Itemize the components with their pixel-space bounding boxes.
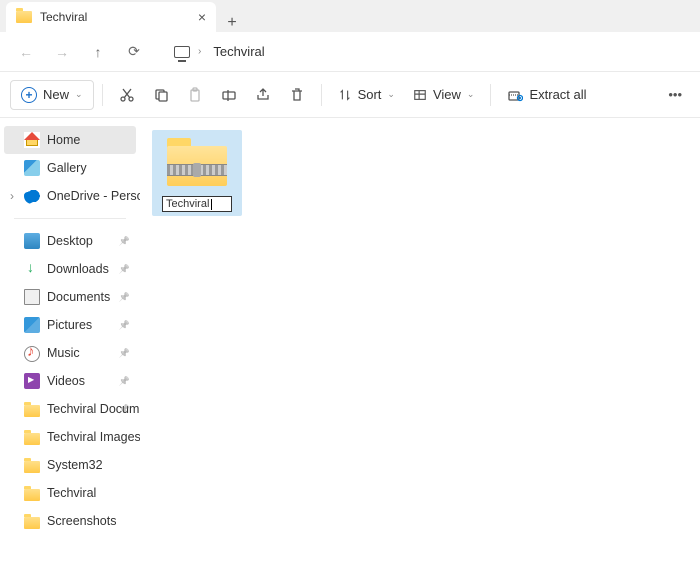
sidebar-item-techviral-images[interactable]: Techviral Images <box>4 423 136 451</box>
sidebar-item-label: Home <box>47 133 80 147</box>
breadcrumb-separator: › <box>198 46 201 57</box>
desktop-icon <box>24 233 40 249</box>
back-button[interactable]: ← <box>12 38 40 66</box>
delete-button[interactable] <box>281 80 313 110</box>
close-tab-icon[interactable]: × <box>198 9 206 25</box>
sidebar-item-label: Desktop <box>47 234 93 248</box>
sidebar-divider <box>14 218 126 219</box>
extract-icon <box>507 87 523 103</box>
new-tab-button[interactable]: + <box>216 14 248 32</box>
folder-icon <box>24 433 40 445</box>
sidebar-item-music[interactable]: Music <box>4 339 136 367</box>
browser-tab[interactable]: Techviral × <box>6 2 216 32</box>
sidebar-item-home[interactable]: Home <box>4 126 136 154</box>
paste-button[interactable] <box>179 80 211 110</box>
sidebar: Home Gallery OneDrive - Persona Desktop Dow… <box>0 118 140 570</box>
cut-button[interactable] <box>111 80 143 110</box>
folder-icon <box>24 461 40 473</box>
home-icon <box>24 132 40 148</box>
plus-icon: + <box>21 87 37 103</box>
onedrive-icon <box>24 188 40 204</box>
sidebar-item-system32[interactable]: System32 <box>4 451 136 479</box>
view-label: View <box>433 87 461 102</box>
sidebar-item-gallery[interactable]: Gallery <box>4 154 136 182</box>
sidebar-item-label: Gallery <box>47 161 87 175</box>
folder-icon <box>24 489 40 501</box>
rename-button[interactable] <box>213 80 245 110</box>
sort-label: Sort <box>358 87 382 102</box>
sort-button[interactable]: Sort ⌄ <box>330 80 403 110</box>
view-icon <box>413 88 427 102</box>
sidebar-item-label: Pictures <box>47 318 92 332</box>
sidebar-item-label: Techviral Docum <box>47 402 139 416</box>
more-button[interactable]: ••• <box>660 80 690 110</box>
sort-icon <box>338 88 352 102</box>
documents-icon <box>24 289 40 305</box>
extract-all-button[interactable]: Extract all <box>499 80 594 110</box>
sidebar-item-onedrive-persona[interactable]: OneDrive - Persona <box>4 182 136 210</box>
sidebar-item-label: Screenshots <box>47 514 116 528</box>
this-pc-icon[interactable] <box>174 46 190 58</box>
breadcrumb-current[interactable]: Techviral <box>213 44 264 59</box>
folder-icon <box>16 11 32 23</box>
sidebar-item-label: Music <box>47 346 80 360</box>
downloads-icon <box>24 261 40 277</box>
extract-label: Extract all <box>529 87 586 102</box>
tab-title: Techviral <box>40 10 190 24</box>
new-label: New <box>43 87 69 102</box>
pictures-icon <box>24 317 40 333</box>
file-rename-input[interactable]: Techviral <box>162 196 232 212</box>
content-pane[interactable]: Techviral <box>140 118 700 570</box>
sidebar-item-label: Techviral <box>47 486 96 500</box>
forward-button[interactable]: → <box>48 38 76 66</box>
sidebar-item-label: Documents <box>47 290 110 304</box>
sidebar-item-label: OneDrive - Persona <box>47 189 140 203</box>
sidebar-item-desktop[interactable]: Desktop <box>4 227 136 255</box>
zip-folder-icon <box>163 134 231 190</box>
toolbar: + New ⌄ Sort ⌄ View ⌄ Extract all ••• <box>0 72 700 118</box>
nav-bar: ← → ↑ ⟳ › Techviral <box>0 32 700 72</box>
sidebar-item-techviral-docum[interactable]: Techviral Docum <box>4 395 136 423</box>
sidebar-item-pictures[interactable]: Pictures <box>4 311 136 339</box>
music-icon <box>24 345 40 361</box>
refresh-button[interactable]: ⟳ <box>120 38 148 66</box>
folder-icon <box>24 517 40 529</box>
sidebar-item-label: Techviral Images <box>47 430 140 444</box>
view-button[interactable]: View ⌄ <box>405 80 483 110</box>
sidebar-item-videos[interactable]: Videos <box>4 367 136 395</box>
sidebar-item-label: System32 <box>47 458 103 472</box>
chevron-down-icon: ⌄ <box>467 89 475 100</box>
copy-button[interactable] <box>145 80 177 110</box>
folder-icon <box>24 405 40 417</box>
chevron-down-icon: ⌄ <box>387 89 395 100</box>
sidebar-item-downloads[interactable]: Downloads <box>4 255 136 283</box>
share-button[interactable] <box>247 80 279 110</box>
sidebar-item-label: Videos <box>47 374 85 388</box>
sidebar-item-techviral[interactable]: Techviral <box>4 479 136 507</box>
up-button[interactable]: ↑ <box>84 38 112 66</box>
videos-icon <box>24 373 40 389</box>
file-item-zip[interactable]: Techviral <box>152 130 242 216</box>
gallery-icon <box>24 160 40 176</box>
sidebar-item-label: Downloads <box>47 262 109 276</box>
new-button[interactable]: + New ⌄ <box>10 80 94 110</box>
sidebar-item-screenshots[interactable]: Screenshots <box>4 507 136 535</box>
sidebar-item-documents[interactable]: Documents <box>4 283 136 311</box>
tab-bar: Techviral × + <box>0 0 700 32</box>
chevron-down-icon: ⌄ <box>75 89 83 100</box>
